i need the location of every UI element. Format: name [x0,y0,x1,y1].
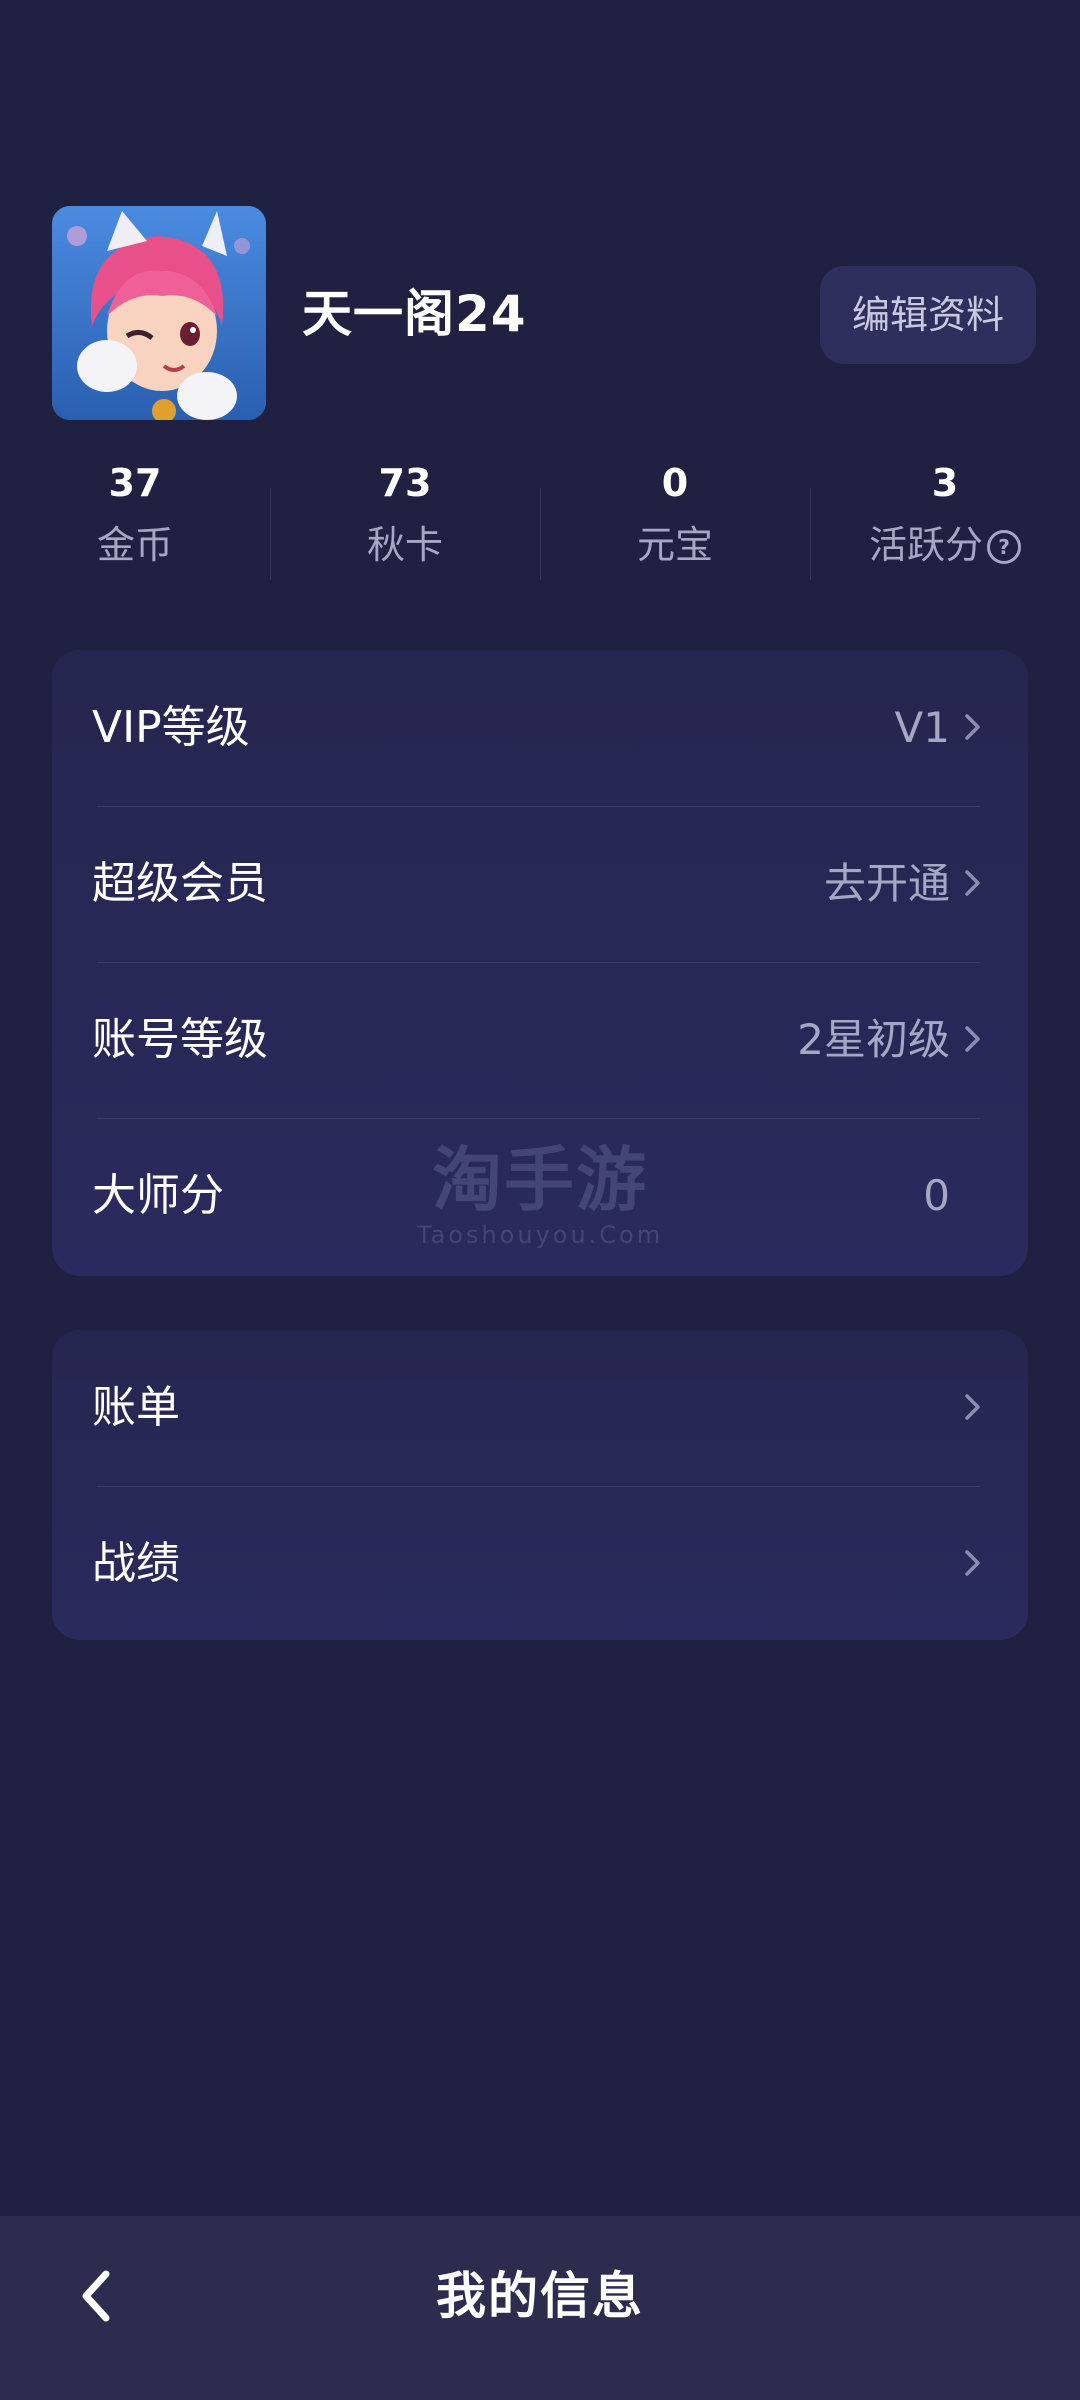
stat-value: 73 [378,461,432,505]
level-info-card: VIP等级 V1 超级会员 去开通 账号等级 2星初级 大师分 0 [52,650,1028,1276]
chevron-right-icon [962,1548,984,1578]
row-vip-level[interactable]: VIP等级 V1 [52,650,1028,806]
stat-value: 3 [931,461,959,505]
stat-value: 37 [108,461,162,505]
row-value: 去开通 [823,859,950,908]
stat-autumn-cards[interactable]: 73 秋卡 [270,460,540,590]
row-label: VIP等级 [92,702,250,753]
row-label: 战绩 [92,1538,180,1589]
stat-activity-score[interactable]: 3 活跃分? [810,460,1080,590]
avatar[interactable] [52,206,266,420]
avatar-image [52,206,266,420]
question-circle-icon[interactable]: ? [987,530,1021,564]
row-label: 大师分 [92,1170,224,1221]
stat-label: 金币 [96,523,173,567]
stat-label: 元宝 [636,523,713,567]
stat-gold-coins[interactable]: 37 金币 [0,460,270,590]
chevron-right-icon [962,1024,984,1054]
stats-row: 37 金币 73 秋卡 0 元宝 3 活跃分? [0,460,1080,590]
stat-value: 0 [661,461,689,505]
page-title: 我的信息 [436,2267,644,2325]
row-value: 2星初级 [797,1015,950,1064]
row-value: 0 [923,1171,950,1220]
row-label: 超级会员 [92,858,268,909]
records-card: 账单 战绩 [52,1330,1028,1640]
chevron-right-icon [962,1392,984,1422]
row-account-level[interactable]: 账号等级 2星初级 [52,962,1028,1118]
row-label: 账单 [92,1382,180,1433]
profile-header: 天一阁24 编辑资料 [52,206,1036,420]
edit-profile-button[interactable]: 编辑资料 [820,266,1036,364]
stat-label: 秋卡 [366,523,443,567]
row-label: 账号等级 [92,1014,268,1065]
row-value: V1 [894,703,950,752]
stat-label: 活跃分 [868,523,983,567]
row-master-score: 大师分 0 [52,1118,1028,1274]
row-battle-records[interactable]: 战绩 [52,1486,1028,1640]
row-bills[interactable]: 账单 [52,1330,1028,1486]
stat-yuanbao[interactable]: 0 元宝 [540,460,810,590]
chevron-right-icon [962,712,984,742]
bottom-nav-bar: 我的信息 [0,2216,1080,2400]
chevron-right-icon [962,868,984,898]
username: 天一阁24 [302,285,527,343]
row-super-member[interactable]: 超级会员 去开通 [52,806,1028,962]
stat-label-wrap: 活跃分? [810,522,1080,568]
